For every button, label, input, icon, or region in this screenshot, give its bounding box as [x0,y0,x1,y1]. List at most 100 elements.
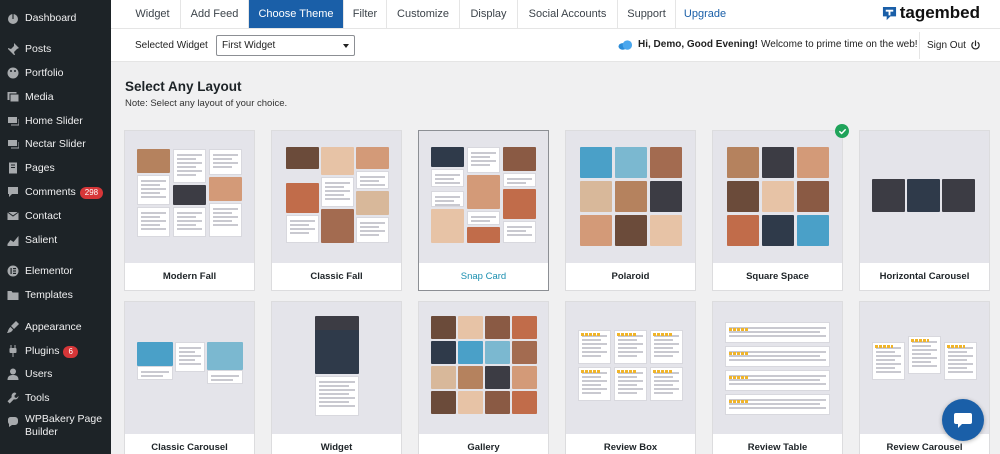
preview-photo [467,175,500,209]
chat-button[interactable] [942,399,984,441]
sidebar-item-comments[interactable]: Comments 298 [0,181,111,203]
sidebar-item-label: Pages [25,162,55,174]
layout-card-review-box[interactable]: Review Box [565,301,696,454]
star-rating-icon [729,400,749,403]
sidebar-item-label: Users [25,368,53,380]
preview-post-card [173,207,206,237]
layout-card-polaroid[interactable]: Polaroid [565,130,696,291]
sidebar-item-wpbakery-page-builder[interactable]: WPBakery Page Builder [0,413,111,443]
preview-photo [727,181,759,212]
preview-photo [356,191,389,215]
preview-post-card [315,376,359,416]
preview-photo [580,147,612,178]
sidebar-item-tools[interactable]: Tools [0,387,111,409]
tagembed-logo[interactable]: tagembed [882,3,980,23]
preview-photo [907,179,940,212]
selected-check-icon [835,124,849,138]
star-rating-icon [653,333,673,336]
preview-photo [485,391,510,414]
preview-photo [321,147,354,175]
preview-post-card [356,171,389,189]
sidebar-item-nectar-slider[interactable]: Nectar Slider [0,133,111,155]
layout-card-classic-fall[interactable]: Classic Fall [271,130,402,291]
page-icon [6,162,19,175]
sidebar-item-label: Appearance [25,321,82,333]
layout-name: Classic Carousel [151,442,228,453]
preview-photo [209,177,242,201]
preview-photo [137,149,170,173]
sidebar-item-templates[interactable]: Templates [0,284,111,306]
sidebar-item-users[interactable]: Users [0,363,111,385]
tab-widget[interactable]: Widget [125,0,181,28]
preview-photo [286,147,319,169]
tab-add-feed[interactable]: Add Feed [181,0,249,28]
tab-support[interactable]: Support [618,0,676,28]
sidebar-item-plugins[interactable]: Plugins 6 [0,340,111,362]
sidebar-item-contact[interactable]: Contact [0,205,111,227]
layout-name: Snap Card [460,271,507,282]
sidebar-item-label: Salient [25,234,58,246]
layout-card-snap-card[interactable]: Snap Card [418,130,549,291]
preview-photo [485,316,510,339]
layout-card-modern-fall[interactable]: Modern Fall [124,130,255,291]
mail-icon [6,210,19,223]
selected-widget-label: Selected Widget [135,40,208,51]
layout-preview [125,131,254,263]
preview-photo [797,147,829,178]
sidebar-item-portfolio[interactable]: Portfolio [0,62,111,84]
sidebar-item-salient[interactable]: Salient [0,229,111,251]
widget-select[interactable]: First Widget [216,35,355,56]
layout-name: Polaroid [611,271,650,282]
folder-icon [6,289,19,302]
preview-photo [431,316,456,339]
preview-photo [615,215,647,246]
layout-preview [713,302,842,434]
preview-photo [650,181,682,212]
layout-card-classic-carousel[interactable]: Classic Carousel [124,301,255,454]
layout-card-widget[interactable]: Widget [271,301,402,454]
power-icon [971,40,980,50]
layout-card-square-space[interactable]: Square Space [712,130,843,291]
sidebar-item-dashboard[interactable]: Dashboard [0,7,111,29]
sidebar-item-label: Home Slider [25,115,83,127]
preview-post-card [431,169,464,187]
preview-post-card [725,370,830,391]
layout-preview [419,302,548,434]
page-title: Select Any Layout [125,79,242,94]
preview-photo [615,147,647,178]
preview-photo [173,185,206,205]
sidebar-item-pages[interactable]: Pages [0,157,111,179]
preview-photo [512,366,537,389]
sidebar-item-label: Contact [25,210,62,222]
tab-customize[interactable]: Customize [387,0,460,28]
tab-social-accounts[interactable]: Social Accounts [518,0,618,28]
tab-display[interactable]: Display [460,0,518,28]
preview-photo [797,181,829,212]
preview-photo [512,391,537,414]
preview-photo [458,341,483,364]
tab-upgrade[interactable]: Upgrade [676,0,734,28]
sidebar-item-home-slider[interactable]: Home Slider [0,110,111,132]
sign-out-button[interactable]: Sign Out [927,40,981,51]
greeting-text: Welcome to prime time on the web! [761,39,918,50]
chart-icon [6,234,19,247]
star-rating-icon [729,352,749,355]
preview-post-card [467,147,500,173]
sidebar-item-media[interactable]: Media [0,86,111,108]
sidebar-item-appearance[interactable]: Appearance [0,316,111,338]
layout-preview [125,302,254,434]
preview-post-card [431,191,464,207]
layout-name: Review Box [603,442,658,453]
star-rating-icon [617,333,637,336]
layout-card-review-table[interactable]: Review Table [712,301,843,454]
tab-filter[interactable]: Filter [344,0,387,28]
brush-icon [6,321,19,334]
tab-choose-theme[interactable]: Choose Theme [249,0,344,28]
sidebar-item-elementor[interactable]: Elementor [0,260,111,282]
layout-card-gallery[interactable]: Gallery [418,301,549,454]
sidebar-item-posts[interactable]: Posts [0,38,111,60]
layout-card-horizontal-carousel[interactable]: Horizontal Carousel [859,130,990,291]
slider-icon [6,138,19,151]
layout-name: Modern Fall [162,271,217,282]
preview-photo [727,215,759,246]
